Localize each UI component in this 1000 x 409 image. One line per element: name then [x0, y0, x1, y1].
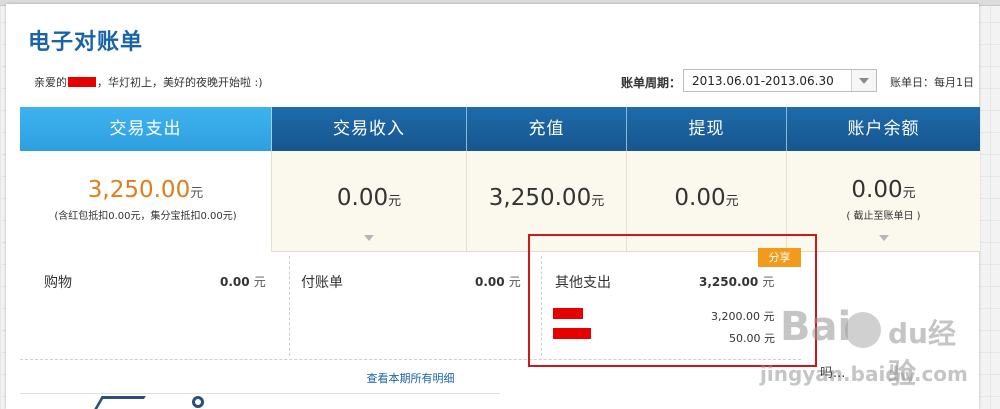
withdraw-amount: 0.00元 [627, 151, 786, 211]
paybill-value-unit: 元 [508, 275, 521, 289]
shopping-label: 购物 [44, 275, 72, 291]
shopping-value: 0.00 元 [220, 273, 266, 290]
summary-head-income[interactable]: 交易收入 [272, 107, 467, 151]
expense-note: (含红包抵扣0.00元，集分宝抵扣0.00元) [54, 211, 237, 222]
paybill-label: 付账单 [301, 275, 343, 291]
summary-table: 交易支出 3,250.00元 (含红包抵扣0.00元，集分宝抵扣0.00元) 交… [20, 107, 980, 252]
detail-cell-shopping[interactable]: 购物 0.00 元 [20, 252, 289, 360]
balance-amount-value: 0.00 [851, 177, 903, 203]
annotation-highlight-box [528, 234, 817, 367]
greeting-text: 亲爱的 ，华灯初上，美好的夜晚开始啦 :) [34, 74, 263, 90]
period-select-value: 2013.06.01-2013.06.30 [692, 74, 834, 88]
view-all-details-link[interactable]: 查看本期所有明细 [20, 370, 801, 386]
greeting-prefix: 亲爱的 [34, 76, 67, 89]
expand-down-icon[interactable] [364, 235, 374, 241]
topup-amount-unit: 元 [591, 194, 605, 209]
shopping-value-unit: 元 [253, 275, 266, 289]
expense-amount-unit: 元 [190, 186, 204, 201]
balance-note: ( 截止至账单日 ) [846, 211, 921, 222]
summary-col-income[interactable]: 交易收入 0.00元 [272, 107, 467, 252]
summary-body-expense: 3,250.00元 (含红包抵扣0.00元，集分宝抵扣0.00元) [20, 151, 272, 252]
summary-head-balance[interactable]: 账户余额 [787, 107, 980, 151]
summary-head-topup[interactable]: 充值 [467, 107, 627, 151]
period-label: 账单周期： [621, 76, 682, 90]
page-title: 电子对账单 [28, 30, 144, 55]
paybill-value-number: 0.00 [475, 275, 505, 289]
detail-cell-paybill[interactable]: 付账单 0.00 元 [289, 252, 541, 360]
redacted-username [68, 77, 96, 87]
balance-amount-unit: 元 [902, 186, 916, 201]
summary-head-expense[interactable]: 交易支出 [20, 107, 272, 151]
income-amount-value: 0.00 [336, 185, 389, 211]
expense-amount-value: 3,250.00 [87, 177, 191, 203]
withdraw-amount-unit: 元 [725, 194, 739, 209]
shopping-value-number: 0.00 [220, 275, 250, 289]
expand-down-icon[interactable] [878, 235, 889, 241]
greeting-suffix: ，华灯初上，美好的夜晚开始啦 :) [97, 76, 263, 89]
topup-amount: 3,250.00元 [467, 151, 626, 211]
expense-amount: 3,250.00元 [20, 151, 271, 203]
summary-body-income: 0.00元 [272, 151, 467, 252]
bill-day-text: 账单日：每月1日 [890, 76, 974, 89]
footer-strip [20, 393, 500, 409]
chevron-down-icon[interactable] [851, 70, 876, 91]
period-select[interactable]: 2013.06.01-2013.06.30 [683, 69, 877, 92]
summary-col-balance[interactable]: 账户余额 0.00元 ( 截止至账单日 ) [787, 107, 980, 252]
withdraw-amount-value: 0.00 [674, 185, 726, 211]
summary-col-expense[interactable]: 交易支出 3,250.00元 (含红包抵扣0.00元，集分宝抵扣0.00元) [20, 107, 272, 252]
summary-col-withdraw[interactable]: 提现 0.00元 [627, 107, 787, 252]
summary-col-topup[interactable]: 充值 3,250.00元 [467, 107, 627, 252]
topup-amount-value: 3,250.00 [488, 185, 592, 211]
paybill-value: 0.00 元 [475, 273, 521, 290]
income-amount: 0.00元 [272, 151, 466, 211]
decorative-person-icon [192, 396, 204, 408]
income-amount-unit: 元 [388, 194, 402, 209]
balance-amount: 0.00元 [787, 151, 980, 203]
summary-head-withdraw[interactable]: 提现 [627, 107, 787, 151]
